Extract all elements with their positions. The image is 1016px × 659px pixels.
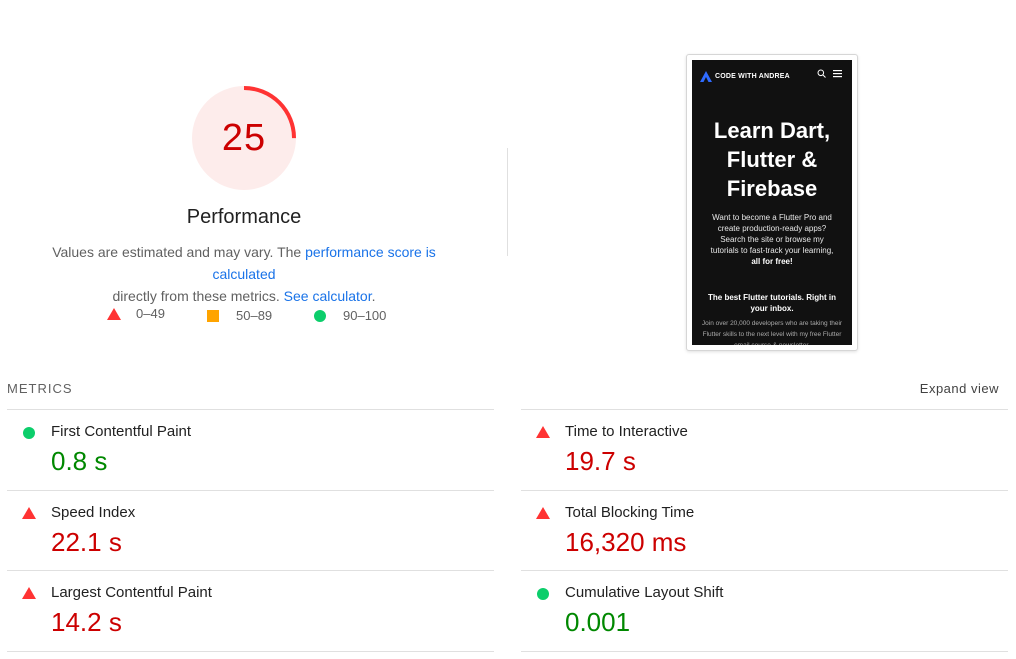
desc-middle: directly from these metrics.	[112, 288, 284, 304]
metric-cumulative-layout-shift: Cumulative Layout Shift 0.001	[521, 570, 1008, 652]
menu-icon	[833, 70, 842, 78]
pass-circle-icon	[314, 309, 326, 322]
intro-line: Want to become a Flutter Pro and	[712, 213, 832, 222]
site-subhead: The best Flutter tutorials. Right in you…	[708, 293, 836, 313]
final-screenshot[interactable]: CODE WITH ANDREA Learn Dart, Flutter & F…	[686, 54, 858, 351]
legend-fail: 0–49	[107, 306, 165, 321]
search-icon	[817, 69, 826, 78]
site-brand: CODE WITH ANDREA	[700, 71, 790, 82]
section-divider	[507, 148, 508, 256]
average-square-icon	[207, 309, 219, 322]
brand-logo-icon	[700, 71, 712, 82]
metric-label: Largest Contentful Paint	[51, 584, 212, 601]
metric-first-contentful-paint: First Contentful Paint 0.8 s	[7, 409, 494, 490]
metric-value: 22.1 s	[51, 527, 122, 557]
desc-prefix: Values are estimated and may vary. The	[52, 244, 306, 260]
metric-label: First Contentful Paint	[51, 423, 192, 440]
metric-speed-index: Speed Index 22.1 s	[7, 490, 494, 571]
legend-pass-label: 90–100	[343, 308, 387, 323]
legend-average: 50–89	[207, 308, 272, 323]
fail-triangle-icon	[22, 507, 36, 519]
legend-average-label: 50–89	[236, 308, 273, 323]
headline-line: Learn Dart,	[713, 118, 831, 143]
pass-circle-icon	[23, 427, 35, 439]
intro-line: create production-ready apps?	[717, 224, 827, 233]
see-calculator-link[interactable]: See calculator	[284, 288, 372, 304]
metric-value: 0.001	[565, 607, 631, 637]
site-headline: Learn Dart, Flutter & Firebase	[692, 116, 852, 203]
metric-time-to-interactive: Time to Interactive 19.7 s	[521, 409, 1008, 490]
performance-gauge: 25	[190, 84, 298, 192]
metric-value: 14.2 s	[51, 607, 122, 637]
desc-suffix: .	[371, 288, 376, 304]
metric-label: Time to Interactive	[565, 423, 688, 440]
screenshot-page: CODE WITH ANDREA Learn Dart, Flutter & F…	[692, 60, 852, 345]
fail-triangle-icon	[107, 307, 121, 320]
brand-name: CODE WITH ANDREA	[715, 73, 790, 80]
site-nav-icons	[817, 69, 842, 78]
metric-largest-contentful-paint: Largest Contentful Paint 14.2 s	[7, 570, 494, 652]
performance-title: Performance	[186, 206, 302, 228]
metric-label: Cumulative Layout Shift	[565, 584, 724, 601]
intro-bold: all for free!	[751, 257, 793, 266]
site-intro: Want to become a Flutter Pro and create …	[702, 212, 842, 267]
metrics-header: METRICS	[7, 381, 73, 396]
expand-view-toggle[interactable]: Expand view	[920, 381, 999, 396]
metric-value: 16,320 ms	[565, 527, 687, 557]
site-footnote: Join over 20,000 developers who are taki…	[701, 320, 843, 345]
metric-label: Total Blocking Time	[565, 504, 695, 521]
metric-total-blocking-time: Total Blocking Time 16,320 ms	[521, 490, 1008, 571]
legend-fail-label: 0–49	[136, 306, 165, 321]
performance-score: 25	[221, 117, 267, 159]
pass-circle-icon	[537, 588, 549, 600]
headline-line: Flutter &	[726, 147, 818, 172]
performance-description: Values are estimated and may vary. The p…	[20, 241, 468, 307]
legend-pass: 90–100	[314, 308, 386, 323]
metric-value: 0.8 s	[51, 446, 108, 476]
fail-triangle-icon	[22, 587, 36, 599]
fail-triangle-icon	[536, 426, 550, 438]
metric-label: Speed Index	[51, 504, 136, 521]
fail-triangle-icon	[536, 507, 550, 519]
intro-line: tutorials to fast-track your learning,	[710, 246, 834, 255]
intro-line: Search the site or browse my	[720, 235, 824, 244]
metric-value: 19.7 s	[565, 446, 636, 476]
headline-line: Firebase	[726, 176, 818, 201]
